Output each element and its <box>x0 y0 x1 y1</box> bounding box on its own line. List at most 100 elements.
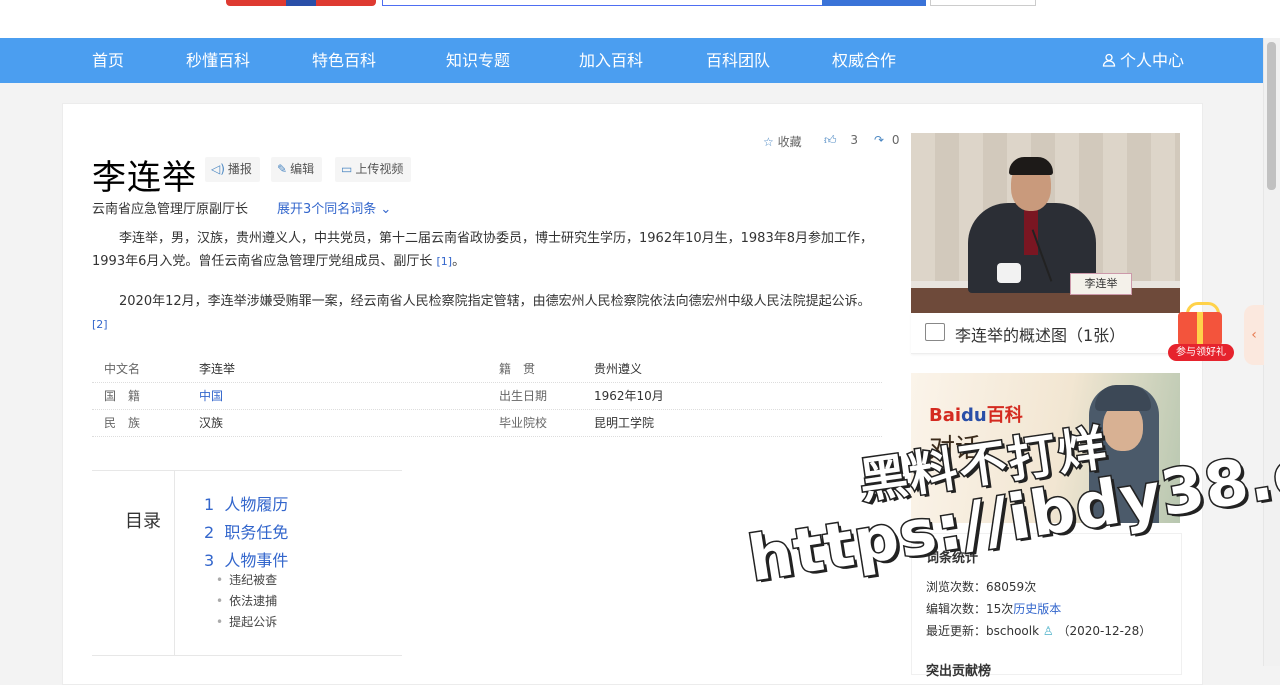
updated-date: （2020-12-28） <box>1057 624 1152 638</box>
share-icon: ↷ <box>874 133 885 147</box>
infobox: 中文名 李连举 籍 贯 贵州遵义 国 籍 中国 出生日期 1962年10月 民 … <box>92 356 882 437</box>
reference-link-1[interactable]: [1] <box>437 255 453 268</box>
scrollbar-thumb[interactable] <box>1267 42 1276 190</box>
nav-item-cooperation[interactable]: 权威合作 <box>832 38 896 83</box>
user-center-label: 个人中心 <box>1120 51 1185 70</box>
photo-teacup <box>997 263 1021 283</box>
infobox-value: 1962年10月 <box>594 389 664 403</box>
search-input[interactable] <box>382 0 824 6</box>
table-of-contents: 目录 1 人物履历 2 职务任免 3 人物事件 • 违纪被查 • 依法逮捕 • 提起公… <box>92 470 402 656</box>
toc-subitem[interactable]: • 违纪被查 <box>216 571 277 588</box>
top-header <box>0 0 1280 38</box>
baidu-baike-logo[interactable] <box>226 0 376 6</box>
updated-label: 最近更新： <box>926 624 987 638</box>
nav-item-home[interactable]: 首页 <box>92 38 124 83</box>
toc-item-label: 职务任免 <box>224 523 289 542</box>
entry-subtitle: 云南省应急管理厅原副厅长 <box>92 202 249 217</box>
toc-item[interactable]: 3 人物事件 <box>204 547 288 571</box>
infobox-value: 李连举 <box>199 362 236 376</box>
user-icon <box>1102 53 1116 67</box>
infobox-key: 国 籍 <box>104 389 141 403</box>
chevron-left-icon[interactable]: ‹ <box>1244 305 1264 365</box>
views-count: 68059次 <box>986 580 1037 594</box>
share-button[interactable]: ↷ 0 <box>874 133 900 147</box>
para1-text: 李连举，男，汉族，贵州遵义人，中共党员，第十二届云南省政协委员，博士研究生学历，… <box>92 231 873 269</box>
favorite-label: 收藏 <box>777 135 802 149</box>
gift-ribbon-icon <box>1197 312 1203 346</box>
nav-item-join[interactable]: 加入百科 <box>579 38 643 83</box>
photo-caption-bar[interactable]: 李连举的概述图（1张） <box>911 313 1180 354</box>
upload-video-button[interactable]: ▭ 上传视频 <box>335 157 412 182</box>
infobox-row: 中文名 李连举 籍 贯 贵州遵义 <box>92 356 882 383</box>
infobox-key: 出生日期 <box>499 389 548 403</box>
user-center-link[interactable]: 个人中心 <box>1102 38 1184 83</box>
summary-paragraph-1: 李连举，男，汉族，贵州遵义人，中共党员，第十二届云南省政协委员，博士研究生学历，… <box>92 227 884 273</box>
toc-heading: 目录 <box>125 511 161 532</box>
reference-link-2[interactable]: [2] <box>92 318 108 331</box>
toc-item-number: 2 <box>204 523 215 542</box>
page-scrollbar[interactable] <box>1263 38 1280 666</box>
search-button[interactable] <box>822 0 926 6</box>
nav-item-miaodong[interactable]: 秒懂百科 <box>186 38 250 83</box>
edit-button[interactable]: ✎ 编辑 <box>271 157 323 182</box>
chevron-down-icon: ⌄ <box>380 202 392 217</box>
history-version-link[interactable]: 历史版本 <box>1013 602 1061 616</box>
toc-item-number: 1 <box>204 495 215 514</box>
infobox-key: 中文名 <box>104 362 141 376</box>
infobox-value-link[interactable]: 中国 <box>199 383 223 409</box>
speaker-icon: ◁) <box>211 162 225 176</box>
updater-name[interactable]: bschoolk <box>986 624 1039 638</box>
summary-photo[interactable]: 李连举 <box>911 133 1180 313</box>
nav-item-topics[interactable]: 知识专题 <box>446 38 510 83</box>
nav-item-team[interactable]: 百科团队 <box>706 38 770 83</box>
gift-promo[interactable]: 参与领好礼 <box>1168 300 1234 362</box>
bullet-icon: • <box>216 573 224 587</box>
stats-updated: 最近更新：bschoolk ♙ （2020-12-28） <box>926 622 1151 639</box>
para2-text: 2020年12月，李连举涉嫌受贿罪一案，经云南省人民检察院指定管辖，由德宏州人民… <box>119 294 871 309</box>
toc-item[interactable]: 2 职务任免 <box>204 519 288 543</box>
toc-item[interactable]: 1 人物履历 <box>204 491 288 515</box>
stats-views: 浏览次数：68059次 <box>926 578 1036 595</box>
image-gallery-icon <box>925 323 945 341</box>
same-name-label: 展开3个同名词条 <box>277 202 377 217</box>
user-badge-icon: ♙ <box>1042 624 1054 638</box>
pencil-icon: ✎ <box>277 162 288 176</box>
upload-video-label: 上传视频 <box>355 162 404 176</box>
toc-item-label: 人物事件 <box>224 551 289 570</box>
broadcast-label: 播报 <box>227 162 252 176</box>
contributors-heading: 突出贡献榜 <box>926 664 992 679</box>
bullet-icon: • <box>216 615 224 629</box>
infobox-row: 民 族 汉族 毕业院校 昆明工学院 <box>92 410 882 437</box>
share-count: 0 <box>891 133 900 147</box>
nav-item-featured[interactable]: 特色百科 <box>312 38 376 83</box>
edits-label: 编辑次数： <box>926 602 987 616</box>
toc-item-label: 人物履历 <box>224 495 289 514</box>
toc-subitem[interactable]: • 依法逮捕 <box>216 592 277 609</box>
infobox-key: 民 族 <box>104 416 141 430</box>
ad-logo-du: du <box>961 405 987 426</box>
toc-item-number: 3 <box>204 551 215 570</box>
photo-person-hair <box>1009 157 1053 175</box>
views-label: 浏览次数： <box>926 580 987 594</box>
photo-caption: 李连举的概述图（1张） <box>955 326 1126 345</box>
toc-subitem[interactable]: • 提起公诉 <box>216 613 277 630</box>
same-name-entries-link[interactable]: 展开3个同名词条 ⌄ <box>277 198 391 217</box>
para1-end: 。 <box>452 254 466 269</box>
ad-figure-hat <box>1095 385 1151 411</box>
like-count: 3 <box>850 133 859 147</box>
star-icon: ☆ <box>763 135 774 149</box>
favorite-button[interactable]: ☆ 收藏 <box>763 133 802 150</box>
infobox-key: 籍 贯 <box>499 362 536 376</box>
secondary-search-button[interactable] <box>930 0 1036 6</box>
infobox-value: 昆明工学院 <box>594 416 655 430</box>
infobox-key: 毕业院校 <box>499 416 548 430</box>
gift-label: 参与领好礼 <box>1168 344 1234 361</box>
stats-edits: 编辑次数：15次历史版本 <box>926 600 1061 617</box>
like-button[interactable]: 👍︎ 3 <box>824 133 858 148</box>
summary-paragraph-2: 2020年12月，李连举涉嫌受贿罪一案，经云南省人民检察院指定管辖，由德宏州人民… <box>92 290 884 336</box>
video-icon: ▭ <box>341 162 353 176</box>
edit-label: 编辑 <box>290 162 315 176</box>
broadcast-button[interactable]: ◁) 播报 <box>205 157 260 182</box>
infobox-value: 贵州遵义 <box>594 362 643 376</box>
toc-subitem-label: 依法逮捕 <box>229 594 278 608</box>
